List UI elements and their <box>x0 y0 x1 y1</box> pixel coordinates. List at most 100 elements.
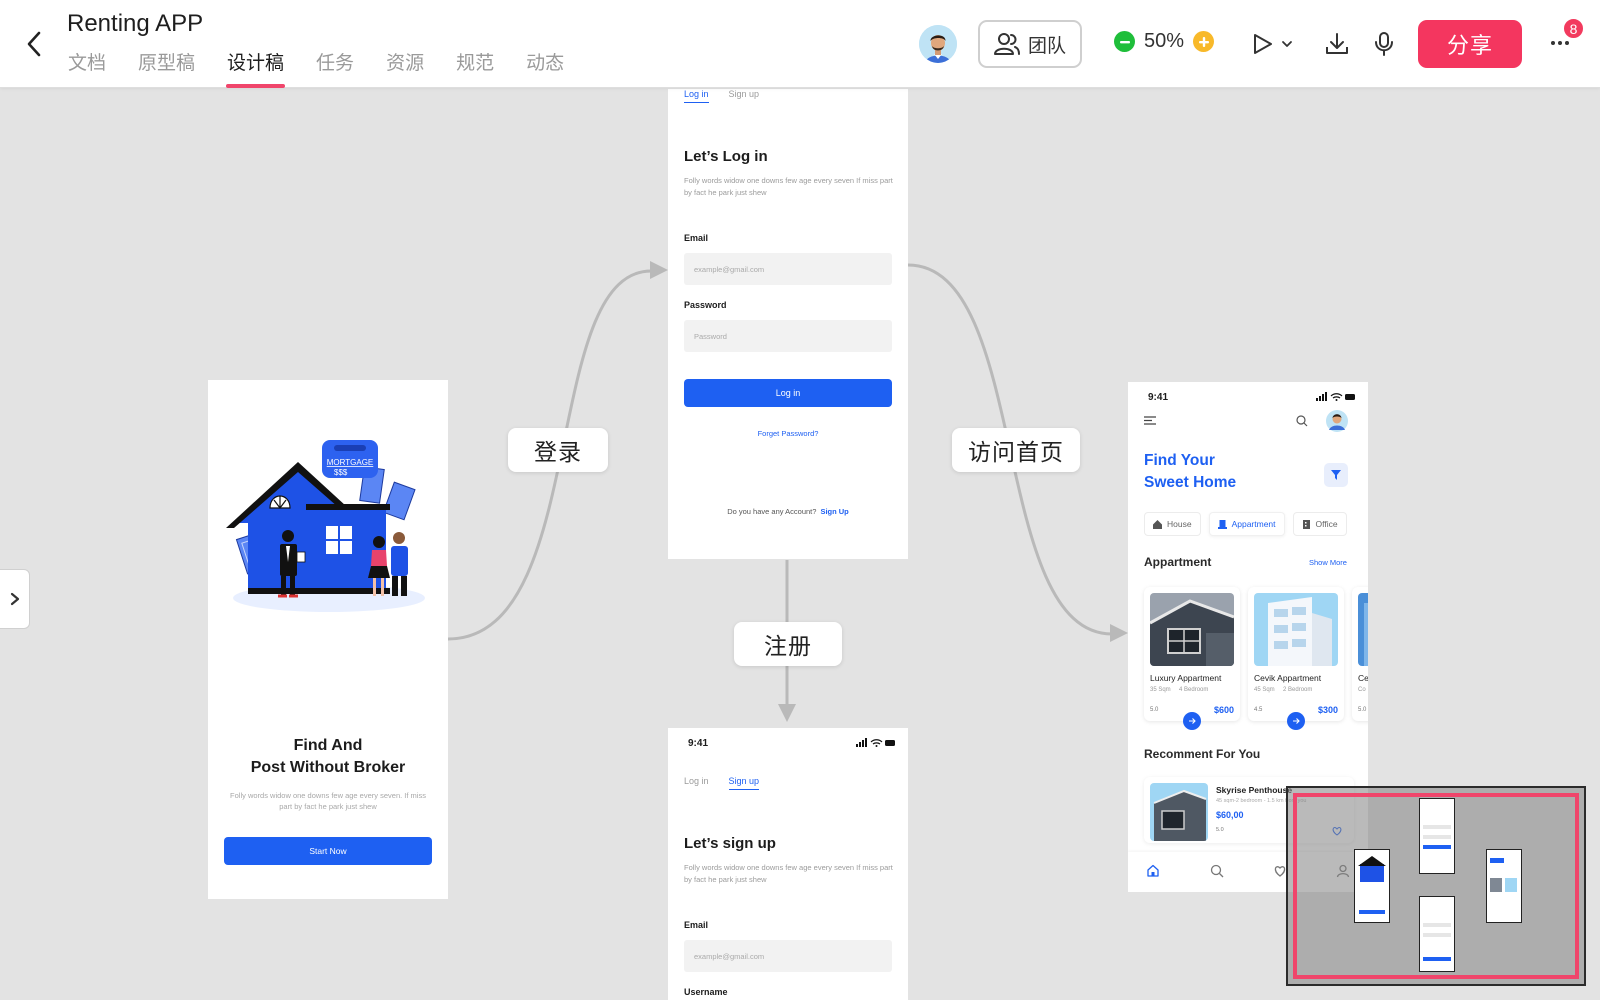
chip-appartment-label: Appartment <box>1231 519 1276 529</box>
signup-tabs: Log in Sign up <box>684 776 760 790</box>
tab-prototype[interactable]: 原型稿 <box>138 48 195 88</box>
team-button[interactable]: 团队 <box>978 20 1082 68</box>
chip-office[interactable]: Office <box>1292 512 1347 536</box>
share-button[interactable]: 分享 <box>1418 20 1522 68</box>
arrow-right-icon <box>1293 718 1300 724</box>
login-password-label: Password <box>684 300 727 310</box>
minimap-frame-home <box>1486 849 1522 923</box>
tab-design[interactable]: 设计稿 <box>226 48 286 88</box>
property-photo <box>1254 593 1338 666</box>
forgot-password-link[interactable]: Forget Password? <box>668 429 908 438</box>
tab-favorite-icon[interactable] <box>1273 864 1287 883</box>
office-icon <box>1302 519 1310 529</box>
home-status-bar-icons <box>1316 392 1355 401</box>
recommend-name: Skyrise Penthouse <box>1216 785 1293 795</box>
property-meta: 35 Sqm 4 Bedroom <box>1150 687 1208 693</box>
sidebar-toggle[interactable] <box>0 569 30 629</box>
minus-icon <box>1119 40 1130 43</box>
onboarding-title-line1: Find And <box>293 737 363 754</box>
property-card[interactable]: Cevik Appartment 45 Sqm 2 Bedroom 4.5 $3… <box>1248 587 1344 730</box>
property-card[interactable]: Luxury Appartment 35 Sqm 4 Bedroom 5.0 $… <box>1144 587 1240 730</box>
signup-description: Folly words widow one downs few age ever… <box>684 863 893 884</box>
user-avatar[interactable] <box>919 25 957 63</box>
download-button[interactable] <box>1323 30 1351 58</box>
zoom-out-button[interactable] <box>1114 31 1135 52</box>
no-account-text: Do you have any Account? <box>727 507 817 516</box>
project-tabs: 文档 原型稿 设计稿 任务 资源 规范 动态 <box>68 48 596 88</box>
minimap-frame-login <box>1419 798 1455 874</box>
home-title-line2: Sweet Home <box>1144 474 1237 491</box>
voice-button[interactable] <box>1370 30 1398 58</box>
arrowhead-signup <box>778 704 796 722</box>
minimap-frame-signup <box>1419 896 1455 972</box>
recommend-section-title: Recomment For You <box>1144 747 1261 761</box>
minimap-frame-onboarding <box>1354 849 1390 923</box>
microphone-icon <box>1375 32 1393 56</box>
house-icon <box>1153 519 1162 529</box>
tab-search-icon[interactable] <box>1210 864 1224 883</box>
flow-label-home[interactable]: 访问首页 <box>952 428 1080 472</box>
artboard-signup[interactable]: 9:41 Log in Sign up Let’s sign up Folly … <box>668 728 908 1000</box>
download-icon <box>1326 33 1348 54</box>
property-rating: 5.0 <box>1150 707 1159 713</box>
man2-figure <box>391 532 408 596</box>
tab-home-icon[interactable] <box>1146 864 1160 883</box>
login-email-label: Email <box>684 233 709 243</box>
tab-specs[interactable]: 规范 <box>456 48 494 88</box>
chip-appartment[interactable]: Appartment <box>1208 512 1285 536</box>
login-email-input[interactable]: example@gmail.com <box>684 253 892 285</box>
property-go-button[interactable] <box>1287 712 1305 730</box>
tab-tasks[interactable]: 任务 <box>316 48 354 88</box>
chip-house[interactable]: House <box>1144 512 1201 536</box>
recommend-rating: 5.0 <box>1216 827 1224 833</box>
plus-icon <box>1198 36 1209 47</box>
menu-icon[interactable] <box>1144 416 1156 425</box>
home-avatar[interactable] <box>1326 410 1348 432</box>
signup-tab-login[interactable]: Log in <box>684 776 709 790</box>
tab-resources[interactable]: 资源 <box>386 48 424 88</box>
zoom-level: 50% <box>1143 30 1185 52</box>
property-rating: 5.0 <box>1358 707 1367 713</box>
home-title: Find Your Sweet Home <box>1144 450 1236 494</box>
property-size: 35 Sqm <box>1150 687 1171 693</box>
login-password-input[interactable]: Password <box>684 320 892 352</box>
property-rooms: 2 Bedroom <box>1283 687 1313 693</box>
zoom-in-button[interactable] <box>1193 31 1214 52</box>
chevron-left-icon <box>27 31 41 57</box>
property-meta: Co <box>1358 687 1366 693</box>
preview-button[interactable] <box>1252 30 1296 58</box>
tab-docs[interactable]: 文档 <box>68 48 106 88</box>
filter-button[interactable] <box>1324 463 1348 487</box>
tab-activity[interactable]: 动态 <box>526 48 564 88</box>
signup-tab-signup[interactable]: Sign up <box>728 776 760 790</box>
minimap[interactable] <box>1286 786 1586 986</box>
appartment-section-title: Appartment <box>1144 555 1212 569</box>
search-icon[interactable] <box>1296 415 1308 427</box>
property-go-button[interactable] <box>1183 712 1201 730</box>
flow-label-login[interactable]: 登录 <box>508 428 608 472</box>
signup-link[interactable]: Sign Up <box>820 507 848 516</box>
home-title-line1: Find Your <box>1144 452 1215 469</box>
artboard-login[interactable]: Log in Sign up Let’s Log in Folly words … <box>668 89 908 559</box>
design-canvas[interactable]: 登录 注册 访问首页 MORTGAGE $$$ Find And Post Wi… <box>0 89 1600 1000</box>
signup-email-input[interactable]: example@gmail.com <box>684 940 892 972</box>
login-tab-signup[interactable]: Sign up <box>729 89 760 103</box>
property-card[interactable]: Ce Co 5.0 <box>1352 587 1368 721</box>
signup-status-time: 9:41 <box>688 738 709 749</box>
category-chips: House Appartment Office <box>1144 512 1347 536</box>
property-meta: 45 Sqm 2 Bedroom <box>1254 687 1312 693</box>
home-status-time: 9:41 <box>1148 392 1169 403</box>
flow-label-signup[interactable]: 注册 <box>734 622 842 666</box>
back-button[interactable] <box>18 26 50 62</box>
start-now-button[interactable]: Start Now <box>224 837 432 865</box>
zoom-control: 50% <box>1114 30 1214 53</box>
show-more-link[interactable]: Show More <box>1309 558 1347 567</box>
onboarding-title-line2: Post Without Broker <box>250 759 406 776</box>
login-button[interactable]: Log in <box>684 379 892 407</box>
login-tab-login[interactable]: Log in <box>684 89 709 103</box>
play-icon <box>1254 34 1292 54</box>
signup-prompt: Do you have any Account? Sign Up <box>668 507 908 516</box>
artboard-onboarding[interactable]: MORTGAGE $$$ Find And Post Without Broke… <box>208 380 448 899</box>
arrowhead-home <box>1110 624 1128 642</box>
onboarding-subtitle: Folly words widow one downs few age ever… <box>230 791 426 811</box>
